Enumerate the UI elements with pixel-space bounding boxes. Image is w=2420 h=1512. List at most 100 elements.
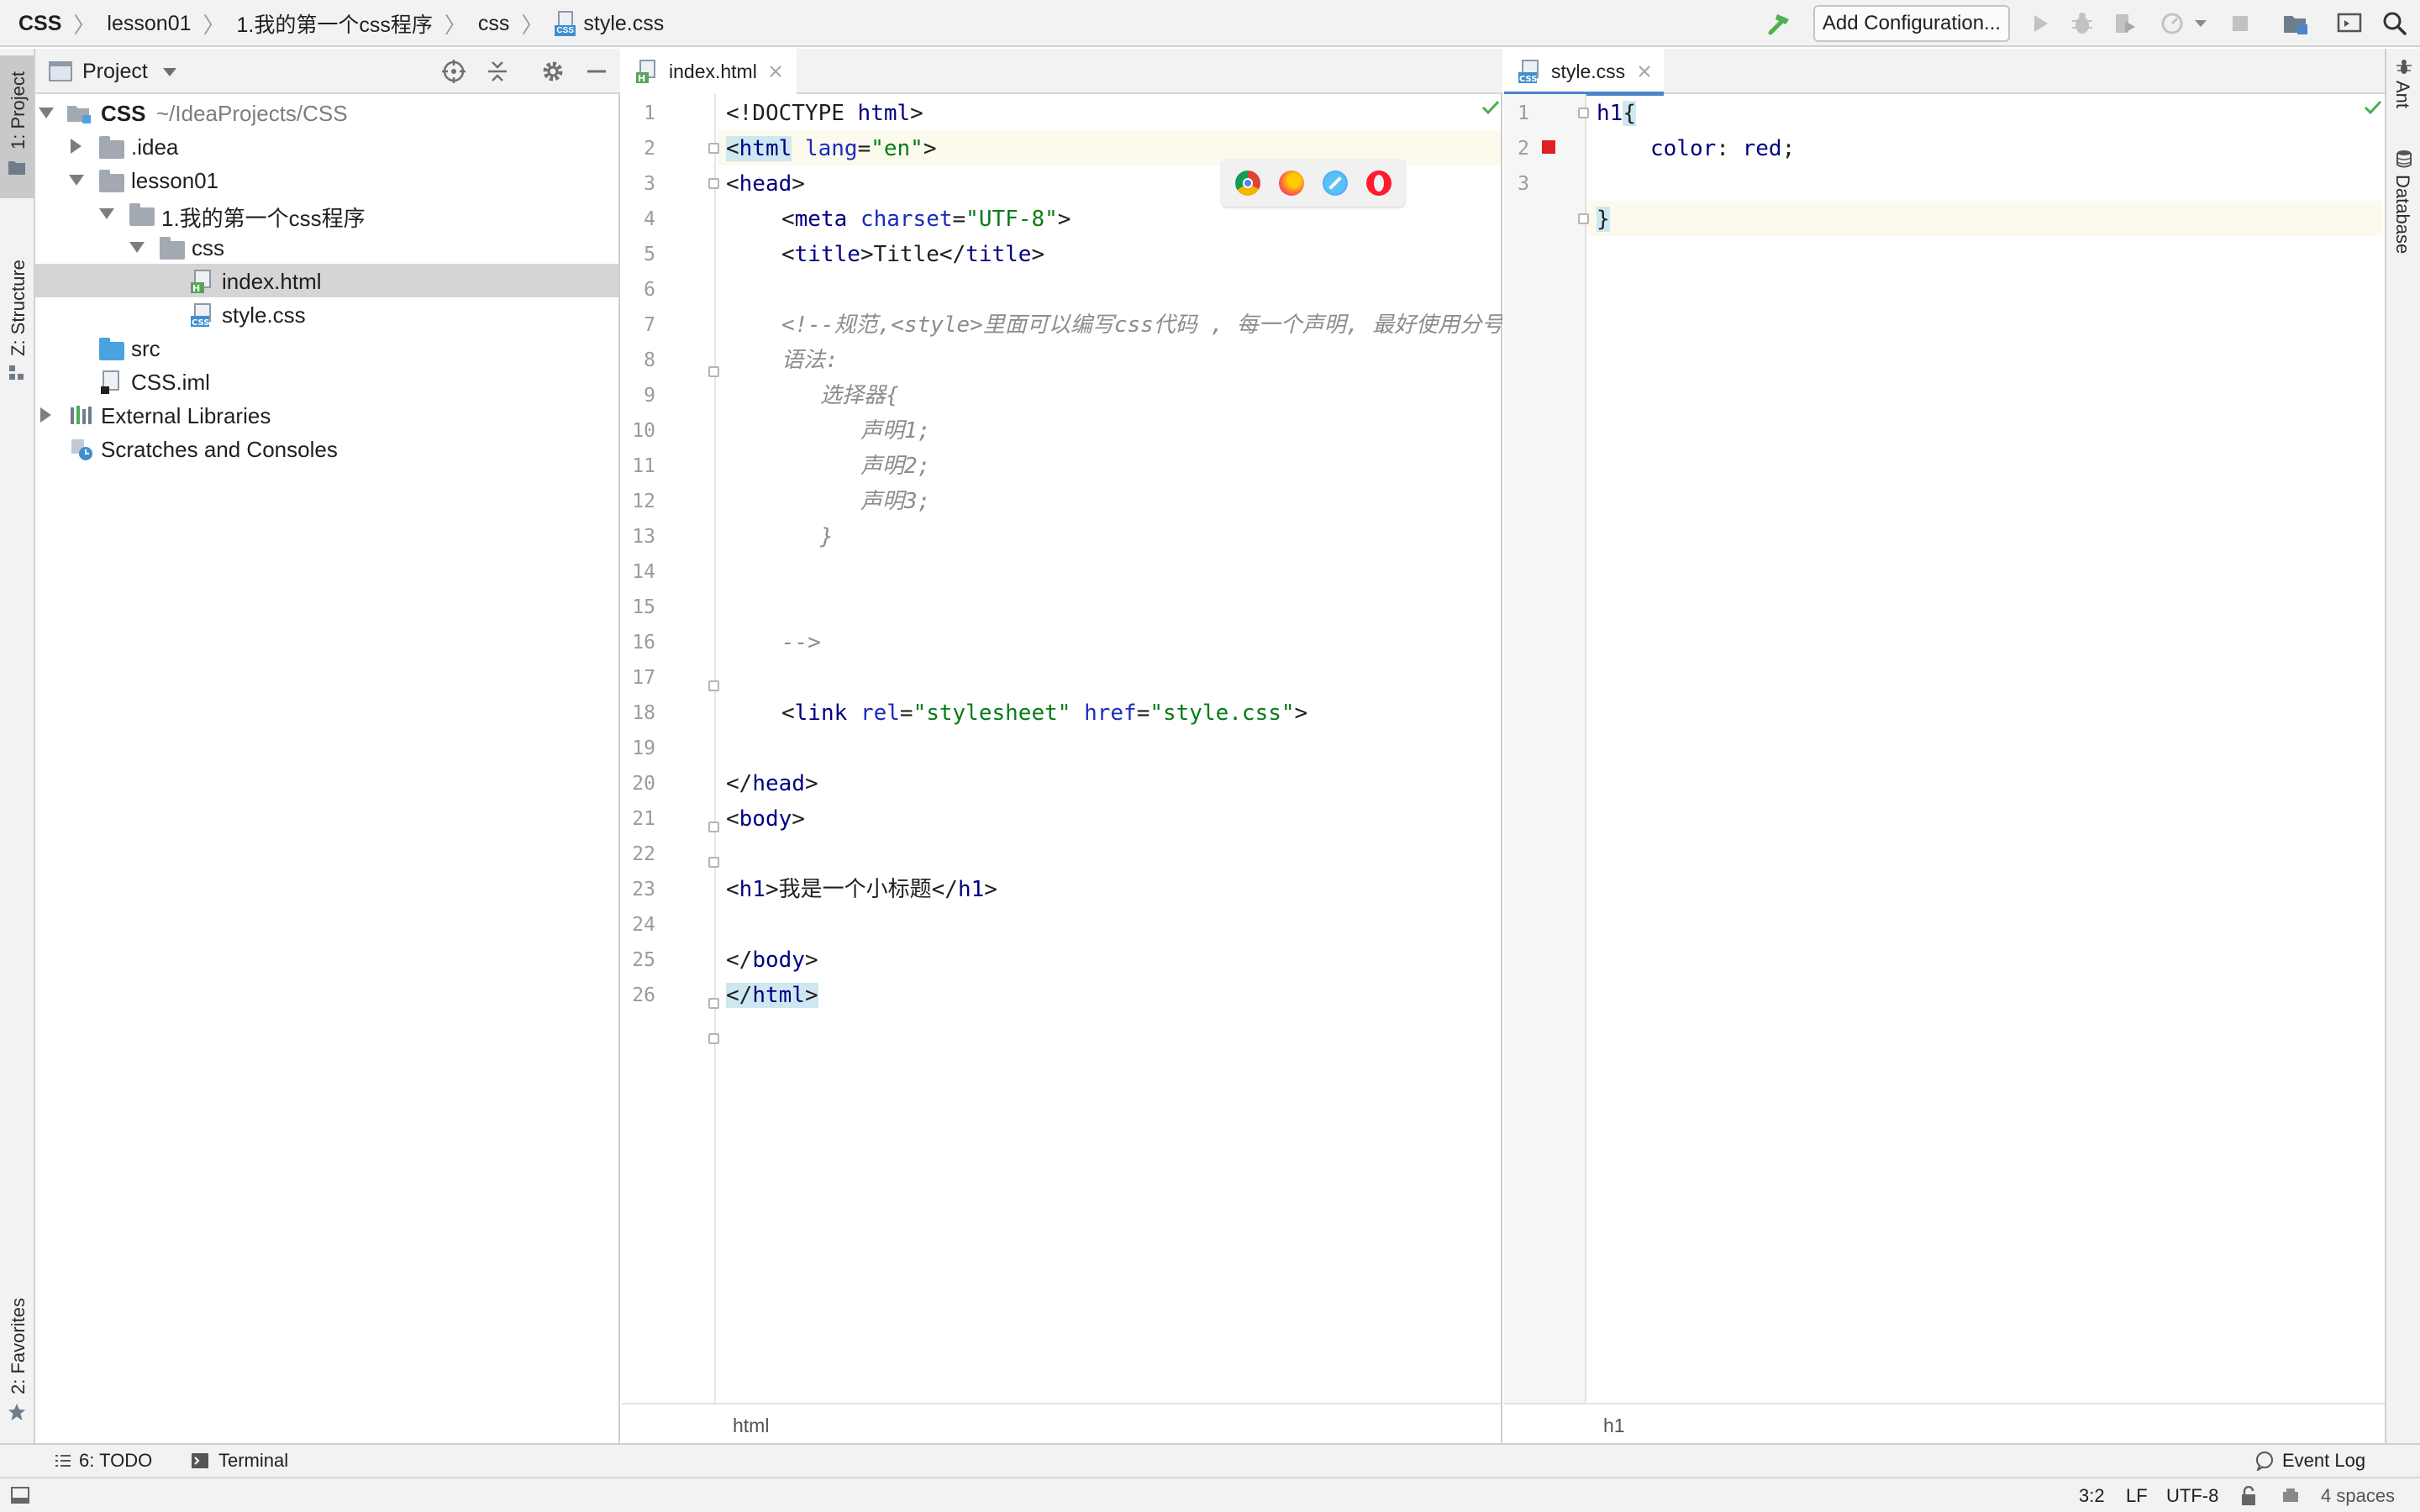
tab-structure[interactable]: Z: Structure (0, 208, 34, 393)
fold-marker-icon[interactable] (708, 143, 719, 154)
line-number[interactable]: 7 (622, 314, 655, 336)
code-line-18[interactable]: <link rel="stylesheet" href="style.css"> (781, 696, 1307, 731)
caret-position[interactable]: 3:2 (2079, 1485, 2105, 1507)
expand-arrow-icon[interactable] (39, 108, 54, 118)
code-line-5[interactable]: <title>Title</title> (781, 237, 1044, 272)
color-swatch-icon[interactable] (1541, 139, 1556, 155)
collapse-all-icon[interactable] (484, 58, 511, 85)
tab-style-css[interactable]: CSS style.css (1504, 49, 1664, 96)
tree-item-idea[interactable]: .idea (35, 129, 618, 163)
code-line-25[interactable]: </body> (726, 942, 818, 978)
tree-item-css-folder[interactable]: css (35, 230, 618, 264)
expand-arrow-icon[interactable] (129, 242, 145, 253)
code-line-20[interactable]: </head> (726, 766, 818, 801)
expand-arrow-icon[interactable] (69, 175, 84, 186)
gear-icon[interactable] (539, 58, 566, 85)
line-number[interactable]: 21 (622, 808, 655, 830)
line-number[interactable]: 8 (622, 349, 655, 371)
expand-arrow-icon[interactable] (99, 208, 114, 219)
fold-marker-icon[interactable] (1578, 213, 1589, 224)
css-line-2[interactable]: color: red; (1650, 131, 1795, 166)
fold-marker-icon[interactable] (708, 998, 719, 1009)
lock-icon[interactable] (2238, 1485, 2259, 1507)
footer-crumb-html[interactable]: html (733, 1415, 769, 1437)
presentation-mode-icon[interactable] (2333, 7, 2366, 40)
run-icon[interactable] (2023, 7, 2057, 40)
fold-marker-icon[interactable] (708, 822, 719, 832)
code-line-1[interactable]: <!DOCTYPE html> (726, 96, 923, 131)
tab-ant[interactable]: Ant (2390, 57, 2418, 124)
terminal-tool-button[interactable]: Terminal (190, 1445, 288, 1477)
line-number[interactable]: 22 (622, 843, 655, 865)
line-number[interactable]: 25 (622, 949, 655, 971)
tree-item-external-libraries[interactable]: External Libraries (35, 398, 618, 432)
project-structure-icon[interactable] (2279, 7, 2312, 40)
code-line-4[interactable]: <meta charset="UTF-8"> (781, 202, 1071, 237)
todo-tool-button[interactable]: 6: TODO (54, 1445, 152, 1477)
tree-item-css-root[interactable]: CSS ~/IdeaProjects/CSS (35, 96, 618, 129)
fold-marker-icon[interactable] (708, 1033, 719, 1044)
fold-marker-icon[interactable] (1578, 108, 1589, 118)
breadcrumb-item-css-folder[interactable]: css (478, 12, 510, 36)
tab-project[interactable]: 1: Project (0, 55, 34, 198)
code-line-7[interactable]: <!--规范,<style>里面可以编写css代码 , 每一个声明, 最好使用分… (781, 307, 1502, 343)
git-icon[interactable] (2281, 1485, 2301, 1507)
code-line-8[interactable]: 语法: (781, 343, 839, 378)
stop-icon[interactable] (2223, 7, 2257, 40)
locate-file-icon[interactable] (440, 58, 467, 85)
line-number[interactable]: 13 (622, 526, 655, 548)
line-number[interactable]: 12 (622, 491, 655, 512)
line-number[interactable]: 20 (622, 773, 655, 795)
line-number[interactable]: 19 (622, 738, 655, 759)
breadcrumb-item-css-project[interactable]: CSS (18, 12, 61, 36)
coverage-icon[interactable] (2107, 7, 2141, 40)
tab-index-html[interactable]: H index.html (622, 49, 797, 94)
add-configuration-button[interactable]: Add Configuration... (1813, 5, 2010, 42)
search-icon[interactable] (2378, 7, 2412, 40)
breadcrumb-item-program-folder[interactable]: 1.我的第一个css程序 (237, 8, 433, 39)
tab-database[interactable]: Database (2390, 150, 2418, 267)
line-number[interactable]: 2 (1504, 138, 1529, 160)
close-icon[interactable] (1635, 62, 1654, 81)
line-number[interactable]: 16 (622, 632, 655, 654)
code-line-23[interactable]: <h1>我是一个小标题</h1> (726, 872, 997, 907)
tab-favorites[interactable]: 2: Favorites (0, 1284, 34, 1443)
code-line-3[interactable]: <head> (726, 166, 805, 202)
line-number[interactable]: 17 (622, 667, 655, 689)
inspection-ok-check-icon[interactable] (2363, 97, 2383, 118)
code-line-9[interactable]: 选择器{ (820, 378, 899, 413)
debug-icon[interactable] (2065, 7, 2099, 40)
line-separator[interactable]: LF (2126, 1485, 2148, 1507)
line-number[interactable]: 10 (622, 420, 655, 442)
line-number[interactable]: 3 (1504, 173, 1529, 195)
fold-marker-icon[interactable] (708, 680, 719, 691)
code-line-26[interactable]: </html> (726, 978, 818, 1013)
code-line-12[interactable]: 声明3; (860, 484, 930, 519)
code-line-13[interactable]: } (820, 519, 834, 554)
safari-icon[interactable] (1323, 171, 1348, 196)
code-line-16[interactable]: --> (781, 625, 821, 660)
opera-icon[interactable] (1366, 171, 1392, 196)
line-number[interactable]: 18 (622, 702, 655, 724)
profile-icon[interactable] (2156, 7, 2190, 40)
firefox-icon[interactable] (1279, 171, 1304, 196)
line-number[interactable]: 4 (622, 208, 655, 230)
line-number[interactable]: 2 (622, 138, 655, 160)
chevron-down-icon[interactable] (161, 66, 178, 79)
code-line-2[interactable]: <html lang="en"> (726, 131, 937, 166)
run-config-dropdown-icon[interactable] (2188, 7, 2213, 40)
indent-setting[interactable]: 4 spaces (2321, 1485, 2395, 1507)
tree-item-src[interactable]: src (35, 331, 618, 365)
chrome-icon[interactable] (1235, 171, 1260, 196)
event-log-button[interactable]: Event Log (2254, 1445, 2365, 1477)
breadcrumb-item-lesson01[interactable]: lesson01 (107, 12, 191, 36)
tree-item-index-html[interactable]: H index.html (35, 264, 618, 297)
line-number[interactable]: 5 (622, 244, 655, 265)
inspection-ok-check-icon[interactable] (1481, 97, 1501, 118)
hide-panel-icon[interactable] (583, 58, 610, 85)
close-icon[interactable] (766, 62, 785, 81)
tree-item-style-css[interactable]: CSS style.css (35, 297, 618, 331)
css-line-3[interactable]: } (1597, 202, 1610, 237)
line-number[interactable]: 14 (622, 561, 655, 583)
tree-item-program-folder[interactable]: 1.我的第一个css程序 (35, 197, 618, 231)
